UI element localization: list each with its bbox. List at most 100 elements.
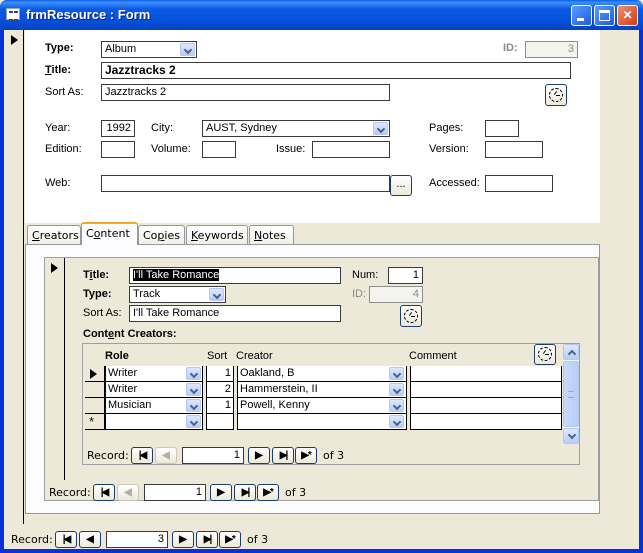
generate-sort-button[interactable] [545, 84, 567, 106]
sort-cell[interactable]: 2 [206, 382, 233, 398]
row-selector[interactable] [85, 398, 105, 414]
comment-cell[interactable] [410, 414, 562, 430]
chevron-down-icon[interactable] [209, 288, 224, 301]
row-selector[interactable] [85, 366, 105, 382]
record-number-field[interactable]: 3 [106, 531, 168, 548]
chevron-down-icon[interactable] [180, 43, 195, 56]
sort-as-field[interactable]: Jazztracks 2 [101, 84, 390, 101]
accessed-field[interactable] [485, 175, 553, 192]
comment-cell[interactable] [410, 366, 562, 382]
chevron-down-icon[interactable] [389, 415, 404, 428]
role-combo[interactable]: Musician [105, 398, 202, 414]
content-title-label: Title: [83, 269, 110, 281]
sort-as-label: Sort As: [45, 86, 84, 98]
content-id-field[interactable]: 4 [369, 286, 423, 303]
close-button[interactable]: ✕ [617, 5, 638, 26]
browse-button[interactable]: ... [390, 175, 412, 196]
content-generate-sort-button[interactable] [400, 305, 422, 327]
web-field[interactable] [101, 175, 390, 192]
chevron-down-icon[interactable] [186, 399, 201, 412]
column-header-creator: Creator [236, 350, 273, 362]
table-row[interactable]: Writer 1 Oakland, B [85, 366, 562, 382]
previous-record-button[interactable] [117, 484, 139, 501]
first-record-button[interactable] [131, 447, 153, 464]
title-bar[interactable]: frmResource : Form ✕ [0, 0, 643, 30]
creator-combo[interactable]: Hammerstein, II [237, 382, 406, 398]
creator-combo[interactable]: Oakland, B [237, 366, 406, 382]
maximize-button[interactable] [594, 5, 615, 26]
comment-cell[interactable] [410, 382, 562, 398]
num-field[interactable]: 1 [388, 267, 423, 284]
new-record-button[interactable] [219, 531, 241, 548]
issue-field[interactable] [312, 141, 390, 158]
scroll-up-button[interactable] [563, 344, 579, 360]
comment-cell[interactable] [410, 398, 562, 414]
edition-field[interactable] [101, 141, 135, 158]
record-number-field[interactable]: 1 [144, 484, 206, 501]
next-record-button[interactable] [172, 531, 194, 548]
record-selector[interactable] [4, 30, 24, 524]
pages-field[interactable] [485, 120, 519, 137]
table-row[interactable]: Writer 2 Hammerstein, II [85, 382, 562, 398]
sort-cell[interactable]: 1 [206, 366, 233, 382]
chevron-down-icon[interactable] [373, 122, 388, 135]
column-header-comment: Comment [409, 350, 457, 362]
chevron-down-icon[interactable] [186, 383, 201, 396]
row-selector[interactable]: * [85, 414, 105, 430]
previous-record-button[interactable] [155, 447, 177, 464]
city-combo[interactable]: AUST, Sydney [202, 120, 390, 137]
record-count: of 3 [285, 486, 307, 499]
scroll-down-button[interactable] [563, 428, 579, 444]
role-value: Writer [108, 367, 138, 379]
content-record-selector[interactable] [45, 258, 65, 480]
chevron-down-icon[interactable] [389, 383, 404, 396]
title-field[interactable]: Jazztracks 2 [101, 62, 571, 79]
chevron-down-icon[interactable] [186, 367, 201, 380]
main-record-navigator: Record: 3 of 3 [11, 531, 311, 549]
chevron-down-icon[interactable] [186, 415, 201, 428]
tab-content[interactable]: Content [81, 222, 138, 245]
id-field[interactable]: 3 [525, 41, 578, 58]
role-combo[interactable]: Writer [105, 382, 202, 398]
tab-keywords[interactable]: Keywords [186, 225, 248, 244]
chevron-down-icon[interactable] [389, 367, 404, 380]
new-record-button[interactable] [257, 484, 279, 501]
grid-sort-button[interactable] [534, 344, 556, 365]
table-row[interactable]: Musician 1 Powell, Kenny [85, 398, 562, 414]
content-title-field[interactable]: I'll Take Romance [129, 267, 341, 284]
new-record-button[interactable] [295, 447, 317, 464]
scroll-thumb[interactable] [563, 361, 579, 427]
creator-combo[interactable]: Powell, Kenny [237, 398, 406, 414]
content-type-combo[interactable]: Track [129, 286, 226, 303]
volume-field[interactable] [202, 141, 236, 158]
type-combo[interactable]: Album [101, 41, 197, 58]
last-record-button[interactable] [196, 531, 218, 548]
sort-cell[interactable]: 1 [206, 398, 233, 414]
row-selector[interactable] [85, 382, 105, 398]
record-number-field[interactable]: 1 [182, 447, 244, 464]
content-creators-label: Content Creators: [83, 328, 177, 340]
creator-combo[interactable] [237, 414, 406, 430]
new-record-row[interactable]: * [85, 414, 562, 430]
tab-creators[interactable]: Creators [27, 225, 81, 244]
role-combo[interactable]: Writer [105, 366, 202, 382]
content-sort-as-field[interactable]: I'll Take Romance [129, 305, 341, 322]
chevron-down-icon[interactable] [389, 399, 404, 412]
first-record-button[interactable] [93, 484, 115, 501]
maximize-icon [599, 10, 610, 21]
next-record-button[interactable] [248, 447, 270, 464]
first-record-button[interactable] [55, 531, 77, 548]
last-record-button[interactable] [234, 484, 256, 501]
year-field[interactable]: 1992 [101, 120, 135, 137]
version-field[interactable] [485, 141, 543, 158]
grid-scrollbar[interactable] [563, 344, 579, 444]
next-record-button[interactable] [210, 484, 232, 501]
minimize-button[interactable] [571, 5, 592, 26]
tab-notes[interactable]: Notes [249, 225, 294, 244]
role-combo[interactable] [105, 414, 202, 430]
last-record-button[interactable] [272, 447, 294, 464]
previous-record-button[interactable] [79, 531, 101, 548]
sort-cell[interactable] [206, 414, 233, 430]
tab-copies[interactable]: Copies [138, 225, 185, 244]
column-separator [233, 382, 236, 398]
